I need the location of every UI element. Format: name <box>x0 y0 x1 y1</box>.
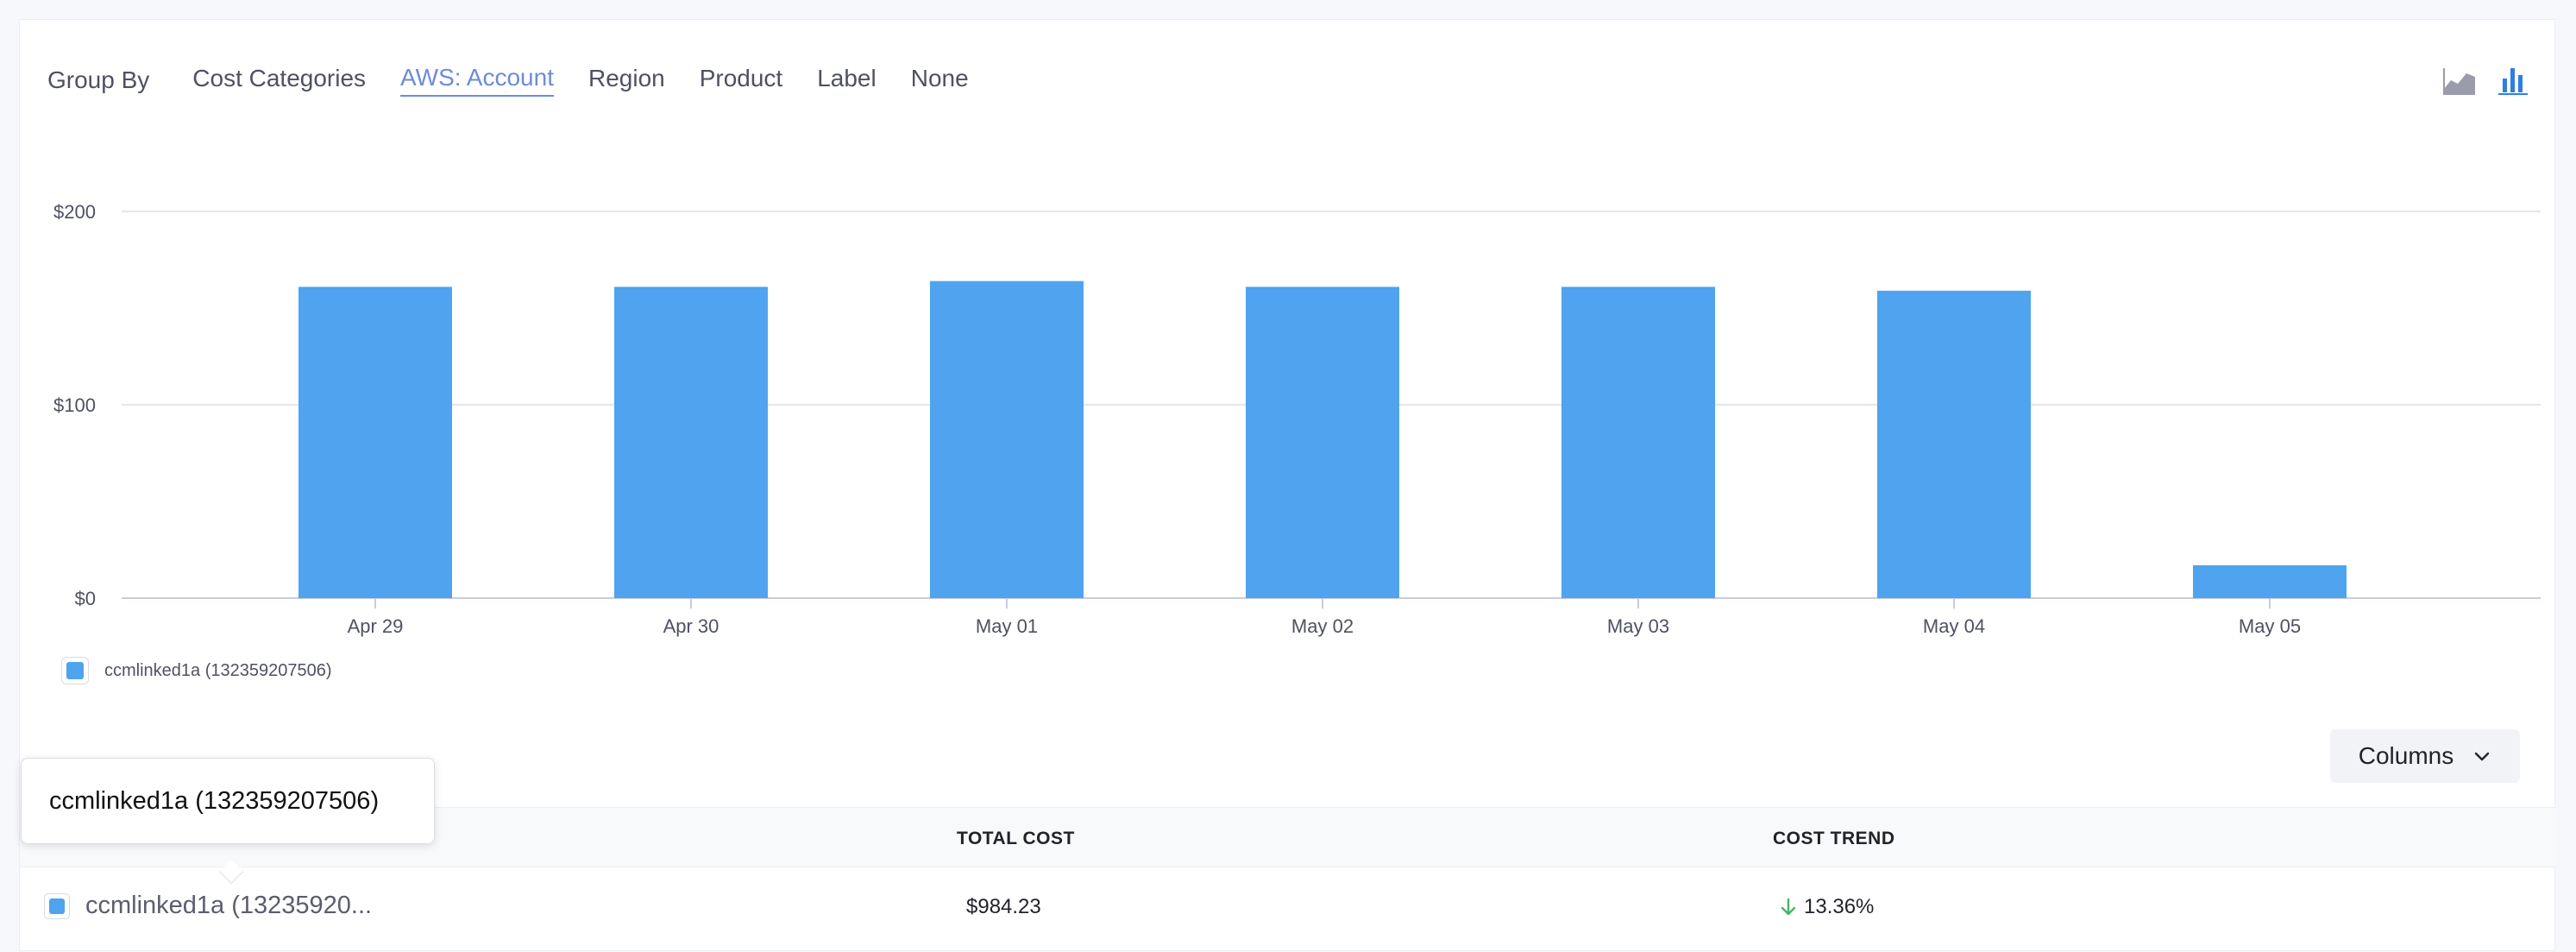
area-chart-icon[interactable] <box>2442 65 2477 96</box>
group-by-product[interactable]: Product <box>700 65 783 96</box>
bar-apr-29 <box>298 287 452 598</box>
group-by-cost-categories[interactable]: Cost Categories <box>192 65 366 96</box>
row-cost-trend-value: 13.36% <box>1804 895 1875 918</box>
x-tick-label: May 05 <box>2239 615 2301 637</box>
y-tick-label: $0 <box>75 588 96 609</box>
x-tick-label: Apr 29 <box>348 615 404 637</box>
columns-button[interactable]: Columns <box>2330 729 2520 783</box>
row-total-cost: $984.23 <box>966 895 1041 918</box>
bar-may-02 <box>1246 287 1399 598</box>
group-by-label: Group By <box>47 66 150 93</box>
header-cost-trend[interactable]: COST TREND <box>1773 829 1895 849</box>
row-cost-trend: 13.36% <box>1780 895 1874 919</box>
x-tick-label: May 01 <box>976 615 1038 637</box>
bar-apr-30 <box>614 287 768 598</box>
y-tick-label: $100 <box>53 394 96 416</box>
bar-chart-icon[interactable] <box>2496 65 2530 96</box>
row-account-name[interactable]: ccmlinked1a (13235920... <box>85 892 372 920</box>
cost-bar-chart: $0 $100 $200 Apr 29 Apr 30 May 01 May 02 May 03… <box>20 158 2556 641</box>
y-tick-label: $200 <box>53 201 96 223</box>
row-checkbox[interactable] <box>44 893 70 919</box>
chart-type-toggles <box>2442 65 2530 96</box>
account-name-tooltip: ccmlinked1a (132359207506) <box>21 758 435 844</box>
legend-checkbox[interactable] <box>61 657 89 684</box>
header-total-cost[interactable]: TOTAL COST <box>957 829 1075 849</box>
bar-may-05 <box>2193 564 2347 598</box>
bar-may-03 <box>1561 287 1715 598</box>
bar-may-04 <box>1877 290 2031 598</box>
tooltip-text: ccmlinked1a (132359207506) <box>49 786 380 815</box>
columns-button-label: Columns <box>2358 742 2454 769</box>
group-by-label[interactable]: Label <box>817 65 876 96</box>
x-tick-label: Apr 30 <box>663 615 719 637</box>
x-tick-label: May 04 <box>1923 615 1985 637</box>
chevron-down-icon <box>2475 752 2490 761</box>
arrow-down-icon <box>1781 898 1796 916</box>
row-swatch <box>49 898 65 914</box>
group-by-region[interactable]: Region <box>588 65 665 96</box>
legend-swatch <box>66 662 84 679</box>
group-by-aws-account[interactable]: AWS: Account <box>400 64 554 97</box>
group-by-bar: Group By Cost Categories AWS: Account Re… <box>47 63 1003 98</box>
chart-legend: ccmlinked1a (132359207506) <box>61 657 332 684</box>
bar-may-01 <box>930 281 1084 598</box>
legend-label: ccmlinked1a (132359207506) <box>104 660 332 680</box>
chart-svg: $0 $100 $200 Apr 29 Apr 30 May 01 May 02 May 03… <box>53 201 2541 637</box>
x-tick-label: May 03 <box>1607 615 1669 637</box>
group-by-none[interactable]: None <box>911 65 969 96</box>
x-tick-label: May 02 <box>1291 615 1354 637</box>
table-row[interactable]: ccmlinked1a (13235920... $984.23 13.36% <box>20 869 2556 952</box>
